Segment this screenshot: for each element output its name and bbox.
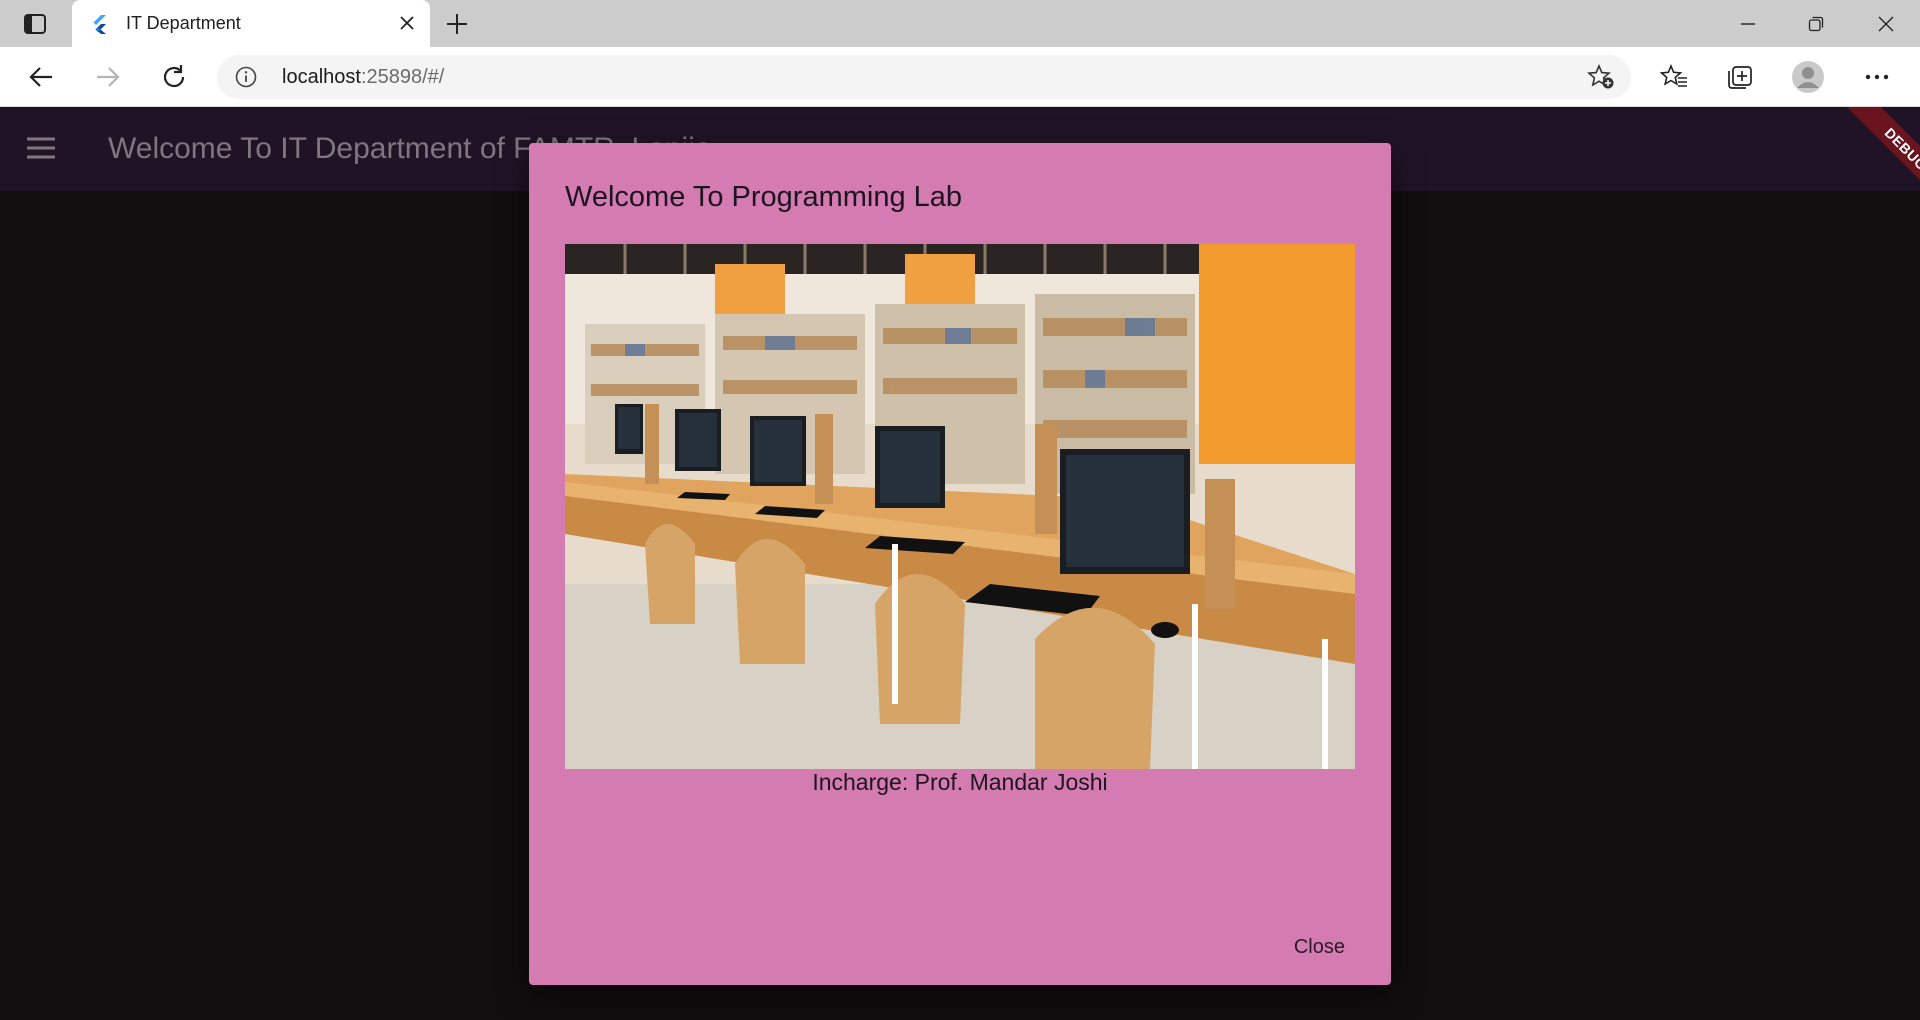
- debug-label: DEBUG: [1840, 107, 1920, 207]
- refresh-icon: [163, 65, 185, 88]
- window-close-icon: [1878, 16, 1894, 31]
- minimize-button[interactable]: [1714, 0, 1782, 47]
- tab-close-button[interactable]: [396, 12, 418, 34]
- tab-actions-button[interactable]: [10, 8, 60, 40]
- tab-title: IT Department: [126, 13, 241, 33]
- refresh-button[interactable]: [154, 59, 194, 95]
- forward-button[interactable]: [88, 59, 128, 95]
- back-icon: [29, 67, 52, 87]
- close-icon: [400, 16, 414, 30]
- browser-toolbar: localhost:25898/#/: [0, 47, 1920, 107]
- favorites-icon: [1660, 64, 1687, 87]
- info-icon[interactable]: [235, 66, 257, 88]
- url-host: localhost: [282, 66, 361, 88]
- close-button[interactable]: Close: [1282, 928, 1357, 967]
- flutter-icon: [93, 15, 106, 34]
- menu-icon[interactable]: [26, 136, 56, 160]
- minimize-icon: [1741, 22, 1755, 25]
- forward-icon: [97, 67, 120, 87]
- debug-banner: DEBUG: [1820, 107, 1920, 207]
- browser-tab-bar: IT Department: [0, 0, 1920, 47]
- active-tab[interactable]: IT Department: [72, 0, 430, 47]
- profile-button[interactable]: [1788, 59, 1828, 95]
- lab-photo: [565, 244, 1355, 769]
- new-tab-button[interactable]: [442, 10, 472, 38]
- computer-lab-image: [565, 244, 1355, 769]
- lab-dialog: Welcome To Programming Lab Incharge: Pro…: [529, 143, 1391, 985]
- profile-icon: [1792, 61, 1824, 93]
- url-path: :25898/#/: [360, 66, 445, 88]
- address-bar[interactable]: localhost:25898/#/: [217, 55, 1631, 99]
- favorites-button[interactable]: [1654, 59, 1694, 95]
- more-icon: [1865, 74, 1889, 80]
- add-favorite-icon[interactable]: [1587, 64, 1615, 90]
- dialog-title: Welcome To Programming Lab: [565, 181, 963, 213]
- restore-button[interactable]: [1782, 0, 1850, 47]
- restore-icon: [1808, 16, 1824, 31]
- incharge-caption: Incharge: Prof. Mandar Joshi: [812, 769, 1108, 795]
- window-close-button[interactable]: [1852, 0, 1920, 47]
- more-button[interactable]: [1857, 59, 1897, 95]
- tab-actions-icon: [24, 14, 46, 34]
- collections-button[interactable]: [1720, 59, 1760, 95]
- collections-icon: [1728, 66, 1752, 89]
- back-button[interactable]: [21, 59, 61, 95]
- url-text: localhost:25898/#/: [282, 66, 444, 89]
- plus-icon: [447, 14, 467, 34]
